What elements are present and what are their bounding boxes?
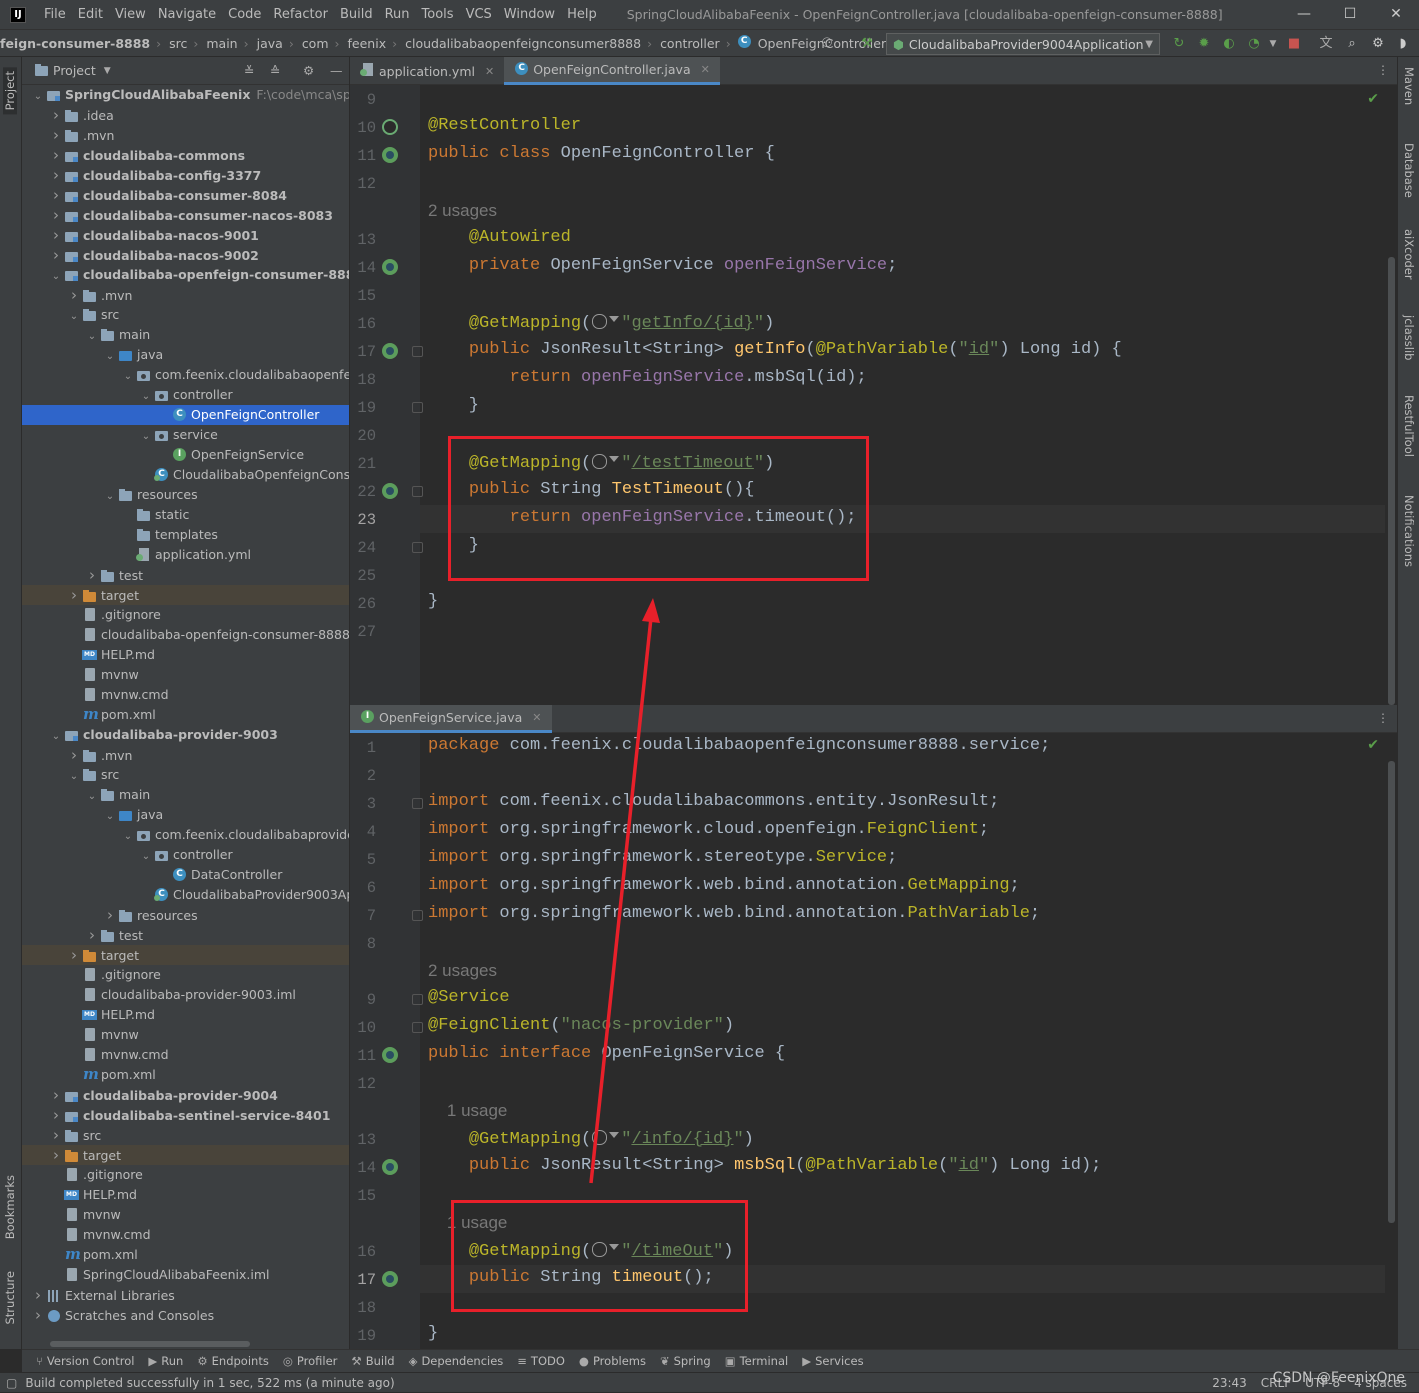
toolwindow-label: Services	[815, 1354, 864, 1368]
run-icon: ▶	[148, 1354, 158, 1368]
spring-icon: ❦	[659, 1354, 670, 1368]
todo-icon: ≡	[517, 1354, 527, 1368]
toolwindow-label: Terminal	[739, 1354, 789, 1368]
dependencies-icon: ◈	[408, 1354, 418, 1368]
toolwindow-todo[interactable]: ≡ TODO	[517, 1354, 565, 1368]
toolwindow-build[interactable]: ⚒ Build	[351, 1354, 394, 1368]
caret-position[interactable]: 23:43	[1212, 1376, 1247, 1390]
terminal-icon: ▣	[724, 1354, 736, 1368]
toolwindow-label: Build	[365, 1354, 395, 1368]
toolwindow-label: Problems	[592, 1354, 646, 1368]
toolwindow-version-control[interactable]: ⑂ Version Control	[36, 1354, 134, 1368]
toolwindow-label: Dependencies	[421, 1354, 504, 1368]
build-icon: ⚒	[351, 1354, 362, 1368]
toolwindow-endpoints[interactable]: ⚙ Endpoints	[197, 1354, 269, 1368]
status-message[interactable]: Build completed successfully in 1 sec, 5…	[25, 1376, 394, 1390]
toolwindow-profiler[interactable]: ◎ Profiler	[283, 1354, 338, 1368]
toolwindow-label: Endpoints	[211, 1354, 269, 1368]
arrow-head	[642, 598, 660, 623]
tool-window-bar: ⑂ Version Control ▶ Run ⚙ Endpoints ◎ Profiler ⚒…	[22, 1349, 1419, 1372]
toolwindow-problems[interactable]: ● Problems	[579, 1354, 646, 1368]
problems-icon: ●	[578, 1354, 589, 1368]
toolwindow-label: Run	[161, 1354, 184, 1368]
toolwindow-label: Profiler	[296, 1354, 338, 1368]
toolwindow-label: Version Control	[46, 1354, 135, 1368]
profiler-icon: ◎	[282, 1354, 293, 1368]
services-icon: ▶	[802, 1354, 812, 1368]
toolwindow-terminal[interactable]: ▣ Terminal	[725, 1354, 788, 1368]
annotation-arrow	[589, 598, 660, 1184]
toolwindow-label: TODO	[530, 1354, 565, 1368]
status-toggle-icon[interactable]: ▢	[6, 1376, 17, 1390]
toolwindow-spring[interactable]: ❦ Spring	[660, 1354, 711, 1368]
status-bar: ▢ Build completed successfully in 1 sec,…	[0, 1370, 1419, 1392]
endpoints-icon: ⚙	[197, 1354, 208, 1368]
toolwindow-dependencies[interactable]: ◈ Dependencies	[409, 1354, 504, 1368]
watermark: CSDN @FeenixOne	[1272, 1370, 1405, 1386]
arrow-shaft	[589, 617, 653, 1184]
toolwindow-run[interactable]: ▶ Run	[148, 1354, 183, 1368]
toolwindow-services[interactable]: ▶ Services	[802, 1354, 863, 1368]
toolwindow-label: Spring	[673, 1354, 711, 1368]
version-control-icon: ⑂	[36, 1354, 43, 1368]
